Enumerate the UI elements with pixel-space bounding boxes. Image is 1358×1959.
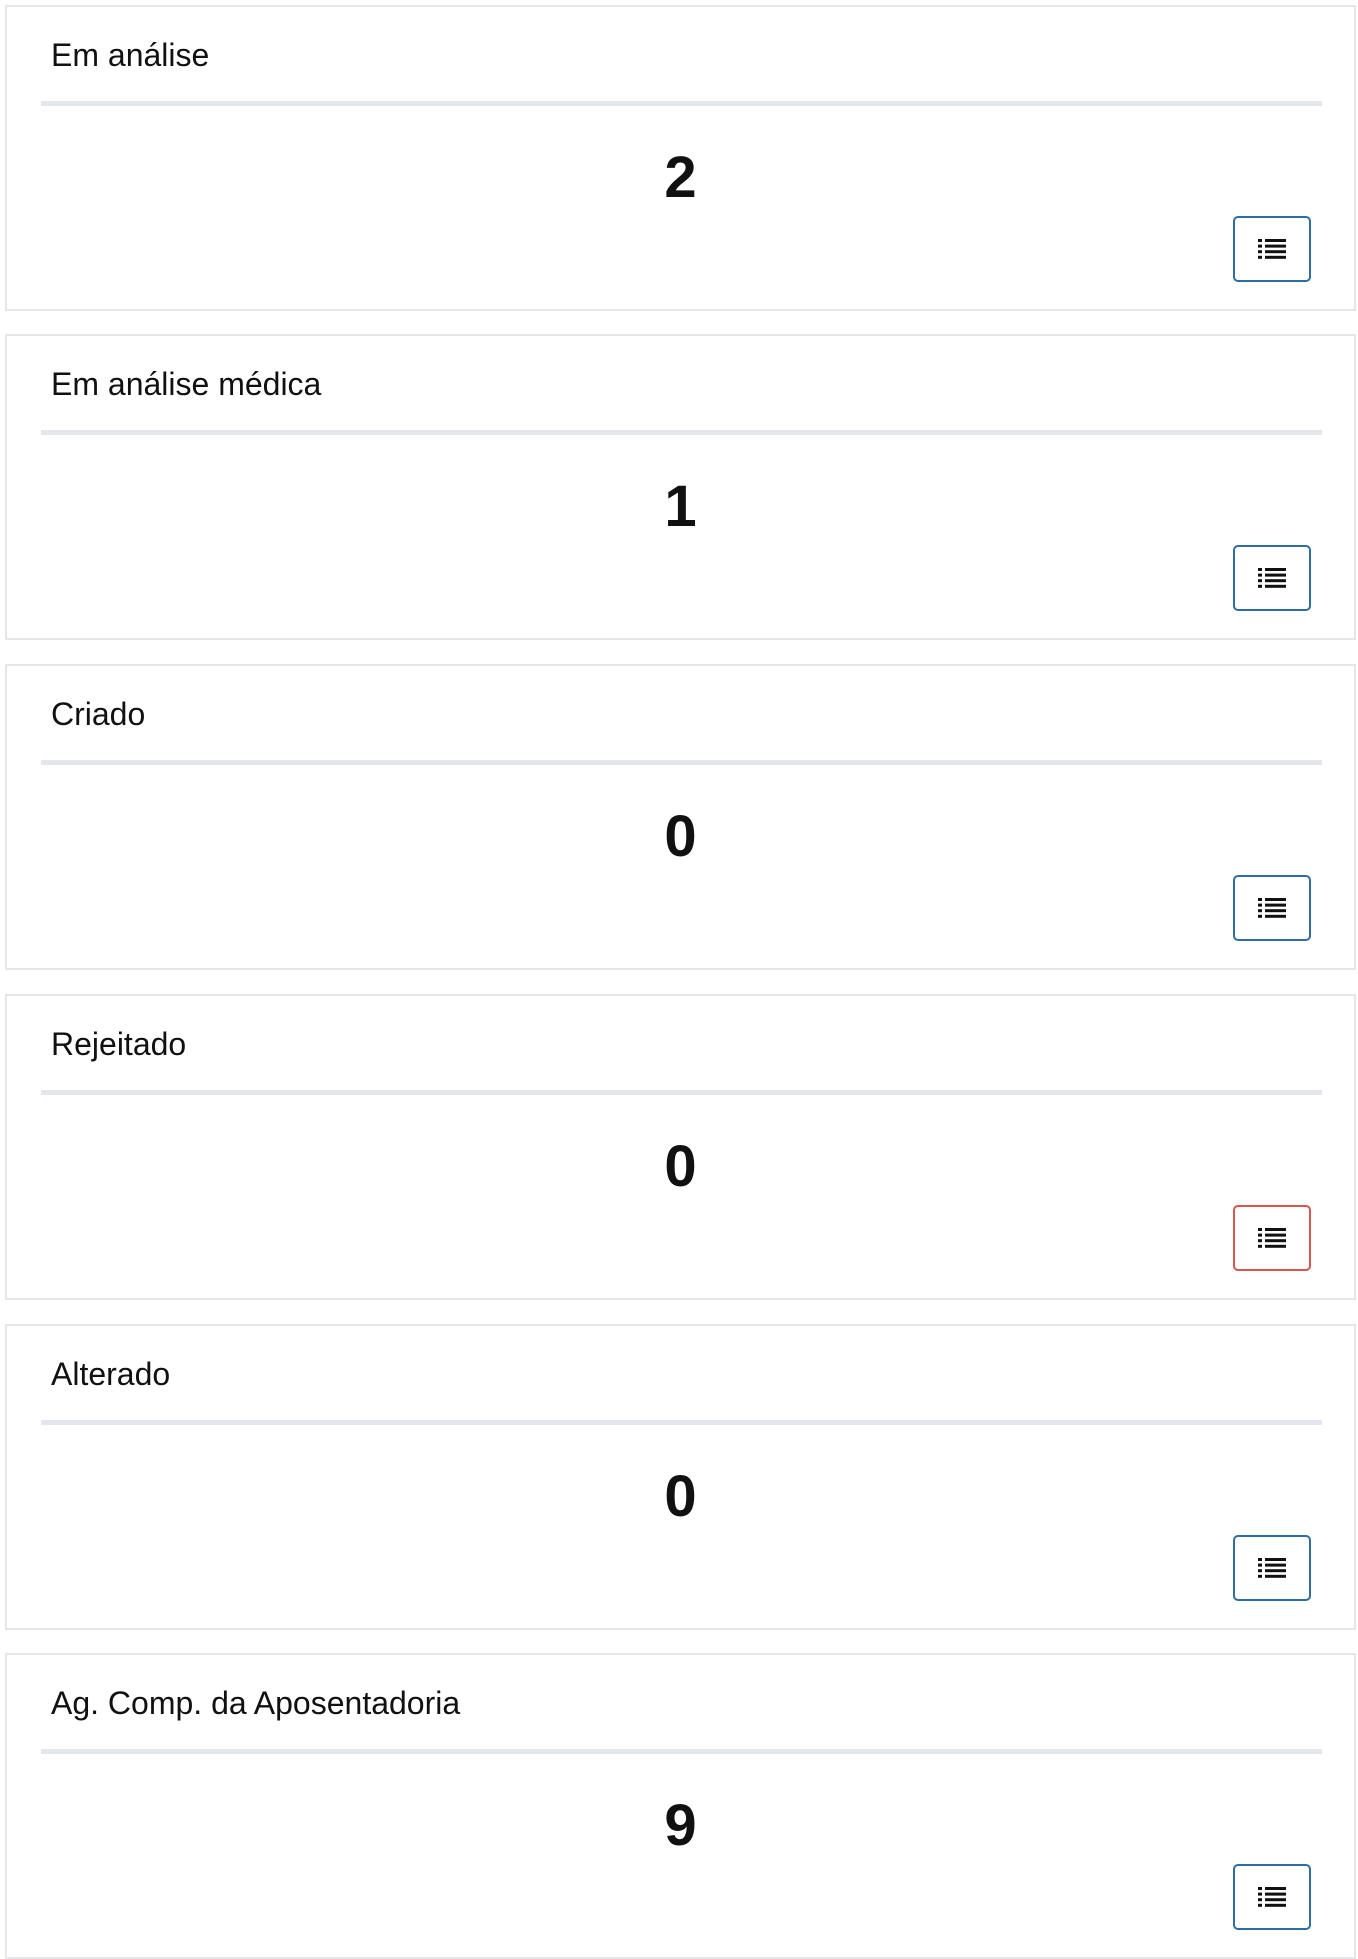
card-title: Em análise bbox=[51, 37, 210, 73]
status-card-ag-comp-aposentadoria: Ag. Comp. da Aposentadoria 9 bbox=[5, 1653, 1356, 1959]
status-card-alterado: Alterado 0 bbox=[5, 1324, 1356, 1630]
list-icon bbox=[1258, 1558, 1286, 1578]
status-card-em-analise-medica: Em análise médica 1 bbox=[5, 334, 1356, 640]
view-list-button[interactable] bbox=[1233, 545, 1311, 611]
list-icon bbox=[1258, 1887, 1286, 1907]
status-card-criado: Criado 0 bbox=[5, 664, 1356, 970]
card-count: 2 bbox=[664, 145, 697, 210]
view-list-button[interactable] bbox=[1233, 1205, 1311, 1271]
list-icon bbox=[1258, 239, 1286, 259]
card-count: 1 bbox=[664, 474, 697, 539]
divider bbox=[41, 760, 1322, 765]
card-title: Rejeitado bbox=[51, 1026, 187, 1062]
divider bbox=[41, 1090, 1322, 1095]
card-title: Alterado bbox=[51, 1356, 171, 1392]
view-list-button[interactable] bbox=[1233, 875, 1311, 941]
view-list-button[interactable] bbox=[1233, 1864, 1311, 1930]
divider bbox=[41, 1420, 1322, 1425]
card-title: Em análise médica bbox=[51, 366, 322, 402]
card-title: Ag. Comp. da Aposentadoria bbox=[51, 1685, 461, 1721]
divider bbox=[41, 101, 1322, 106]
list-icon bbox=[1258, 1228, 1286, 1248]
divider bbox=[41, 430, 1322, 435]
divider bbox=[41, 1749, 1322, 1754]
list-icon bbox=[1258, 568, 1286, 588]
view-list-button[interactable] bbox=[1233, 1535, 1311, 1601]
card-title: Criado bbox=[51, 696, 146, 732]
card-count: 0 bbox=[664, 1134, 697, 1199]
card-count: 0 bbox=[664, 804, 697, 869]
card-count: 9 bbox=[664, 1793, 697, 1858]
status-card-rejeitado: Rejeitado 0 bbox=[5, 994, 1356, 1300]
status-card-em-analise: Em análise 2 bbox=[5, 5, 1356, 311]
view-list-button[interactable] bbox=[1233, 216, 1311, 282]
card-count: 0 bbox=[664, 1464, 697, 1529]
list-icon bbox=[1258, 898, 1286, 918]
